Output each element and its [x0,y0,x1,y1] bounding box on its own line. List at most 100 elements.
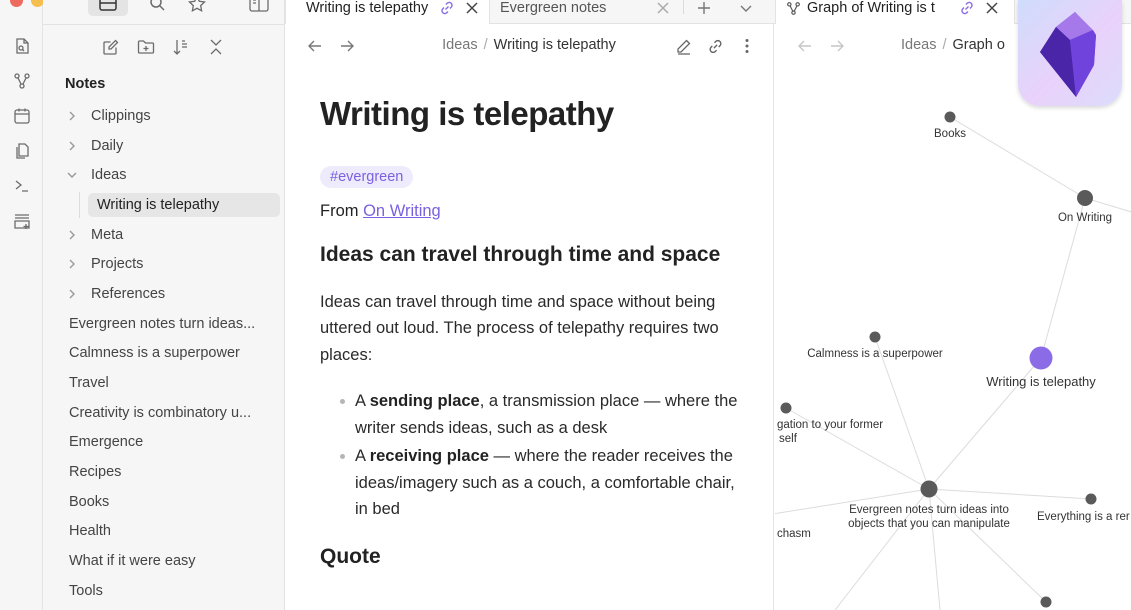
files-tab-button[interactable] [88,0,128,16]
files-icon [99,0,117,11]
graph-node-label-line2: self [779,433,798,445]
breadcrumb-folder[interactable]: Ideas [442,37,477,53]
graph-node-dot[interactable] [1029,346,1053,370]
indent-guide [79,192,80,218]
new-folder-button[interactable] [136,37,156,57]
file-tree: Clippings Daily Ideas Writing is telepathy M… [43,101,285,606]
plus-icon [698,2,710,14]
tree-item-label: Writing is telepathy [88,192,280,217]
tree-item-label: Tools [69,582,103,599]
graph-node-chasm[interactable]: chasm [777,528,811,540]
internal-link-on-writing[interactable]: On Writing [363,202,441,220]
edit-mode-button[interactable] [673,36,693,56]
sidebar-divider [43,24,284,25]
file-item[interactable]: Recipes [43,457,285,487]
graph-view-icon[interactable] [12,71,32,91]
chevron-down-icon[interactable] [65,168,79,182]
tag-evergreen[interactable]: #evergreen [320,165,414,188]
tree-item-label: Ideas [91,167,127,184]
file-item[interactable]: Health [43,517,285,547]
close-tab-icon[interactable] [465,1,479,15]
graph-node-writing[interactable]: Writing is telepathy [986,346,1096,390]
chevron-right-icon[interactable] [65,109,79,123]
quote-heading: Quote [320,544,381,568]
note-content: Writing is telepathy #evergreen From On … [320,94,750,569]
tab-list-button[interactable] [732,0,760,24]
list-item: A sending place, a transmission place — … [340,388,750,441]
sort-button[interactable] [171,37,191,57]
collapse-all-button[interactable] [206,37,226,57]
graph-node-dot[interactable] [1077,190,1093,206]
file-item[interactable]: Books [43,487,285,517]
folder-item[interactable]: Ideas [43,160,285,190]
chevron-right-icon[interactable] [65,228,79,242]
graph-node-dot[interactable] [944,111,956,123]
note-title: Writing is telepathy [320,95,614,132]
tree-item-label: Meta [91,226,124,243]
chevron-right-icon[interactable] [65,287,79,301]
graph-node-calmness[interactable]: Calmness is a superpower [807,331,943,361]
file-item[interactable]: What if it were easy [43,546,285,576]
add-template-icon[interactable] [12,211,32,231]
file-item[interactable]: Creativity is combinatory u... [43,398,285,428]
list-item: A receiving place — where the reader rec… [340,443,750,523]
tree-item-label: Evergreen notes turn ideas... [69,315,256,332]
tab-graph[interactable]: Graph of Writing is t [775,0,1015,24]
graph-node-dot[interactable] [1085,493,1097,505]
collapse-all-icon [210,39,222,55]
file-item[interactable]: Tools [43,576,285,606]
chevron-right-icon[interactable] [65,139,79,153]
folder-item[interactable]: Clippings [43,101,285,131]
new-note-icon [103,39,119,55]
folder-item[interactable]: References [43,279,285,309]
file-item[interactable]: Writing is telepathy [43,190,285,220]
graph-node-everything[interactable]: Everything is a rer [1037,493,1130,524]
tab-writing-is-telepathy[interactable]: Writing is telepathy [285,0,490,24]
search-icon [150,0,165,11]
close-window-button[interactable] [10,0,23,7]
new-folder-icon [137,40,155,54]
tree-item-label: Recipes [69,464,122,481]
graph-node-evergreen[interactable]: Evergreen notes turn ideas into objects t… [848,480,1010,531]
more-vertical-icon [745,39,749,53]
graph-node-books[interactable]: Books [934,111,966,141]
terminal-icon[interactable] [12,176,32,196]
sort-icon [173,40,187,55]
file-item[interactable]: Travel [43,368,285,398]
calendar-icon[interactable] [12,106,32,126]
breadcrumb-current[interactable]: Writing is telepathy [494,37,616,53]
search-tab-button[interactable] [146,0,168,15]
tree-item-label: Calmness is a superpower [69,345,240,362]
graph-node-dot[interactable] [869,331,881,343]
tab-evergreen-notes[interactable]: Evergreen notes [490,0,680,24]
file-item[interactable]: Emergence [43,428,285,458]
graph-node-dot[interactable] [920,480,938,498]
link-button[interactable] [705,36,725,56]
tree-item-label: Health [69,523,111,540]
close-tab-icon[interactable] [656,1,670,15]
graph-node-onwriting[interactable]: On Writing [1058,190,1112,224]
tab-label: Evergreen notes [500,0,607,16]
graph-node-obligation[interactable]: gation to your former self [777,402,883,446]
graph-node-dot[interactable] [780,402,792,414]
toggle-sidebar-button[interactable] [248,0,270,15]
copy-icon[interactable] [12,141,32,161]
file-explorer-sidebar: Notes Clippings Daily Ideas Writing is tele… [43,0,285,610]
graph-canvas[interactable]: Books On Writing Calmness is a superpower W… [775,24,1131,610]
new-tab-button[interactable] [690,0,718,24]
new-note-button[interactable] [101,37,121,57]
more-options-button[interactable] [737,36,757,56]
file-item[interactable]: Evergreen notes turn ideas... [43,309,285,339]
graph-node-bottom[interactable] [1040,596,1052,608]
quick-switcher-icon[interactable] [12,36,32,56]
folder-item[interactable]: Daily [43,131,285,161]
graph-pane: Ideas / Graph o Books On Writing Calmness is… [775,24,1131,610]
close-tab-icon[interactable] [985,1,999,15]
folder-item[interactable]: Meta [43,220,285,250]
bookmarks-tab-button[interactable] [186,0,208,15]
graph-node-dot[interactable] [1040,596,1052,608]
vault-title: Notes [65,76,106,92]
folder-item[interactable]: Projects [43,249,285,279]
chevron-right-icon[interactable] [65,257,79,271]
file-item[interactable]: Calmness is a superpower [43,339,285,369]
